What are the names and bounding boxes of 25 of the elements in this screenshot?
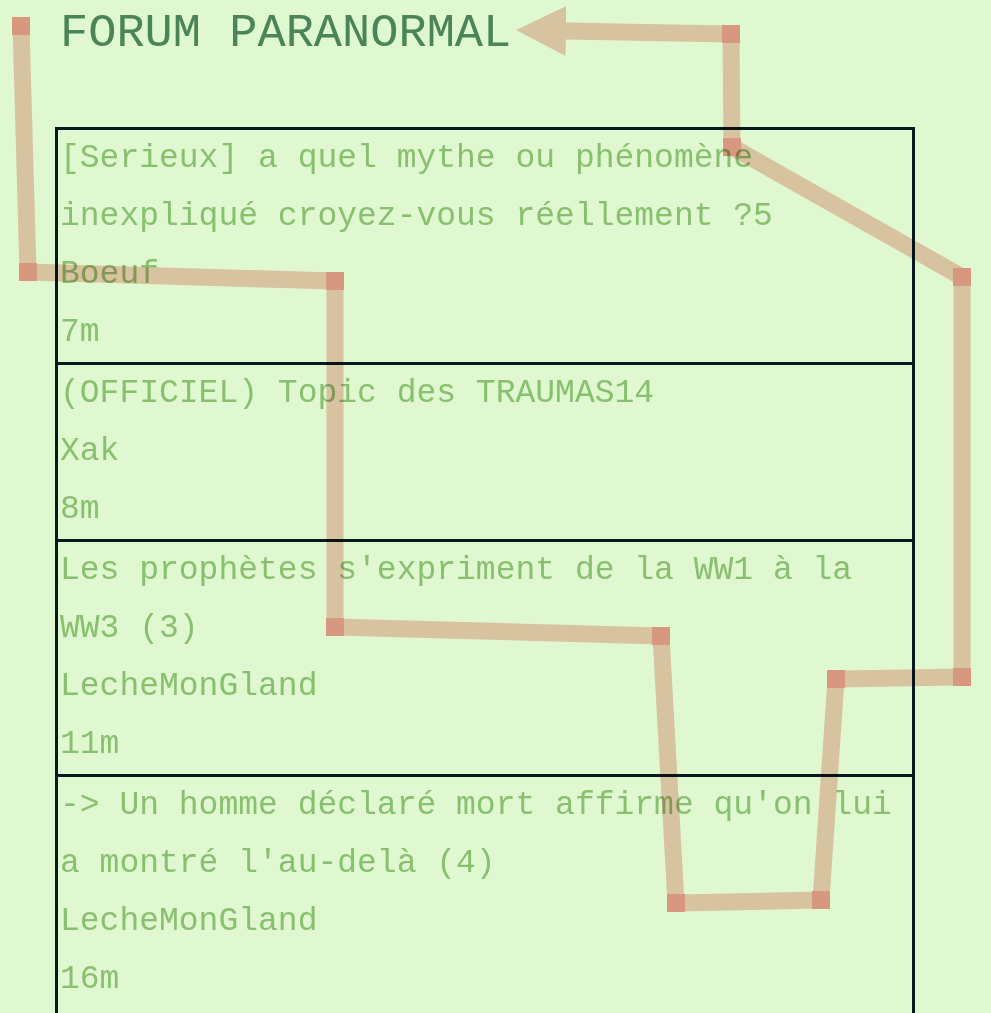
topic-title[interactable]: Les prophètes s'expriment de la WW1 à la WW3 (3)	[60, 542, 910, 658]
topic-age: 11m	[60, 725, 120, 765]
topic-author: LecheMonGland	[60, 902, 318, 942]
topic-author: Xak	[60, 432, 120, 472]
waypoint-marker	[667, 894, 685, 912]
forum-title: FORUM PARANORMAL	[60, 10, 512, 57]
waypoint-marker	[953, 668, 971, 686]
waypoint-marker	[812, 891, 830, 909]
topic-author: Boeuf	[60, 255, 160, 295]
waypoint-marker	[722, 25, 740, 43]
waypoint-marker	[12, 17, 30, 35]
topic-title[interactable]: (OFFICIEL) Topic des TRAUMAS14	[60, 365, 655, 423]
waypoint-marker	[652, 627, 670, 645]
topic-age: 8m	[60, 490, 100, 530]
waypoint-marker	[953, 268, 971, 286]
topic-author: LecheMonGland	[60, 667, 318, 707]
topic-age: 16m	[60, 960, 120, 1000]
topic-age: 7m	[60, 313, 100, 353]
waypoint-marker	[19, 263, 37, 281]
topic-title[interactable]: -> Un homme déclaré mort affirme qu'on lui a montré l'au-delà (4)	[60, 777, 910, 893]
topic-title[interactable]: [Serieux] a quel mythe ou phénomène inexpliqué croyez-vous réellement ?5	[60, 130, 910, 246]
waypoint-marker	[326, 618, 344, 636]
topic-card[interactable]: (OFFICIEL) Topic des TRAUMAS14 Xak 8m	[58, 362, 912, 539]
waypoint-marker	[326, 272, 344, 290]
waypoint-marker	[827, 670, 845, 688]
